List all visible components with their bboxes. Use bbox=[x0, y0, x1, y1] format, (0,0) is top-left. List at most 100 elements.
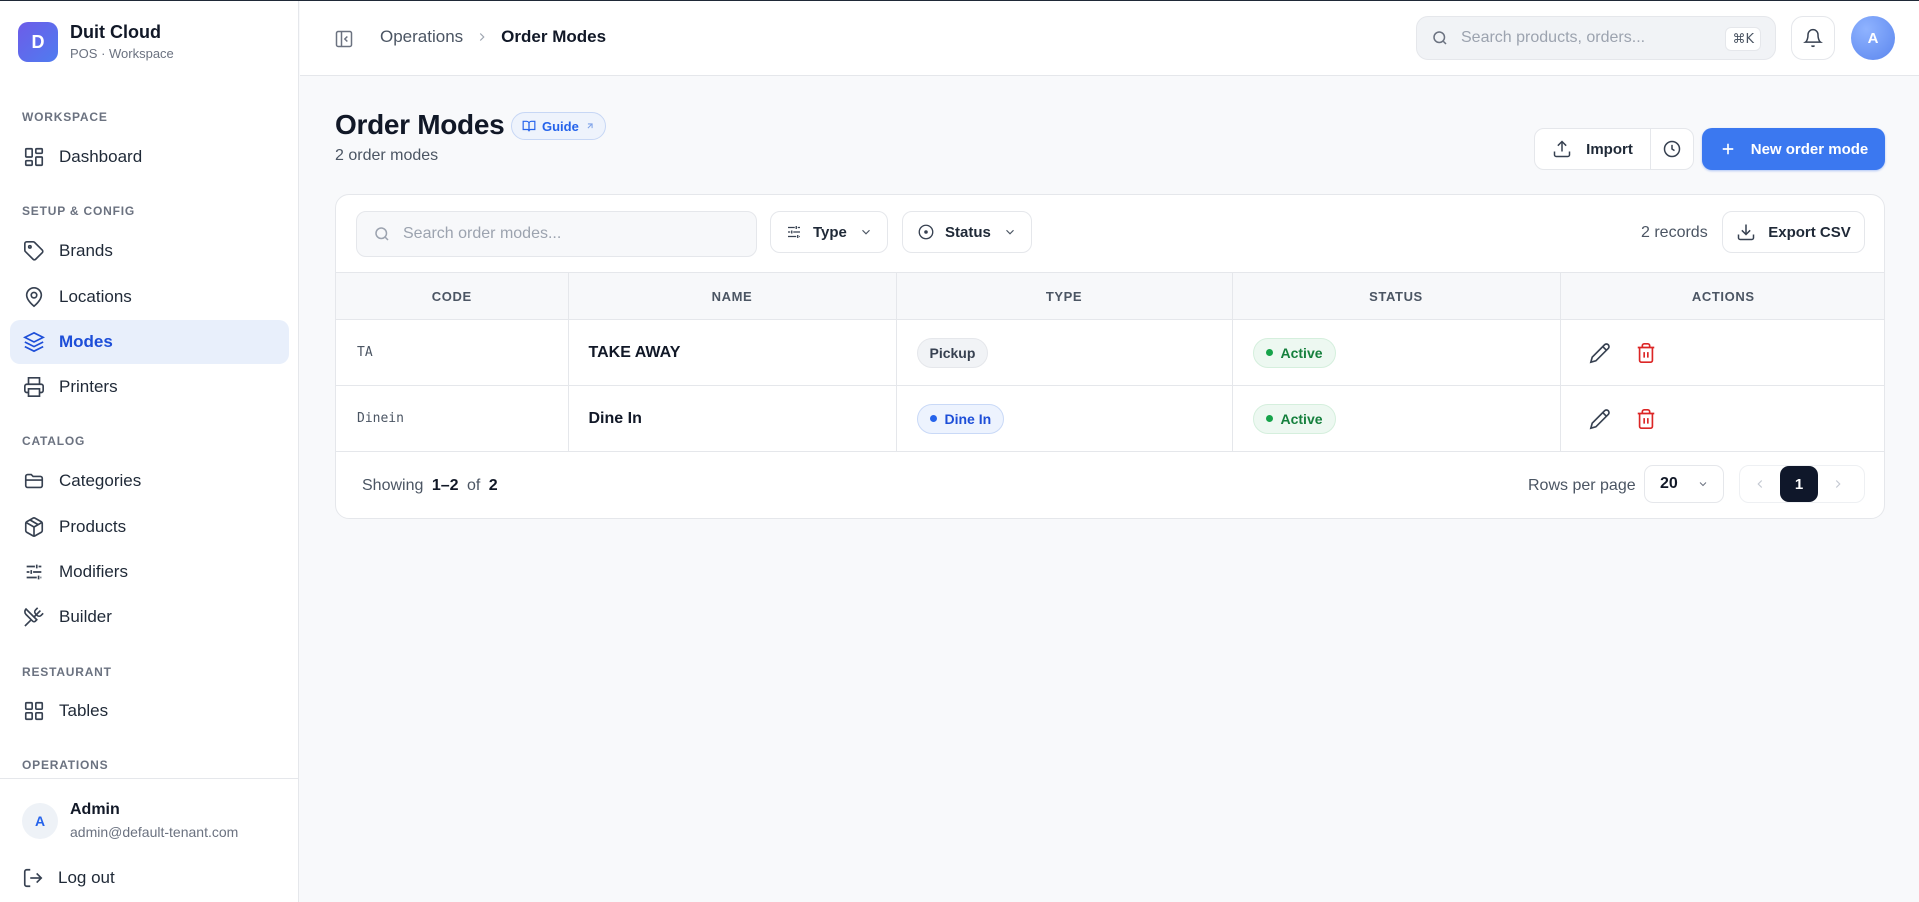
trash-icon[interactable] bbox=[1635, 408, 1657, 430]
sliders-icon bbox=[26, 564, 42, 580]
panel-left-icon[interactable] bbox=[334, 29, 354, 49]
cell-type: Dine In bbox=[896, 385, 1233, 452]
search-icon bbox=[375, 227, 389, 241]
history-button[interactable] bbox=[1651, 129, 1693, 169]
logout-button[interactable]: Log out bbox=[22, 867, 115, 889]
sidebar-item-tables[interactable]: Tables bbox=[10, 689, 289, 733]
showing-range: 1–2 bbox=[431, 477, 459, 494]
plus-icon bbox=[1722, 143, 1733, 155]
rows-per-page-select[interactable]: 20 bbox=[1644, 465, 1724, 503]
grid-icon bbox=[24, 701, 44, 721]
cell-status: Active bbox=[1232, 385, 1561, 452]
table-search[interactable] bbox=[356, 211, 757, 257]
column-header-actions: ACTIONS bbox=[1560, 272, 1884, 320]
sidebar-item-label: Brands bbox=[59, 241, 113, 260]
sidebar-item-label: Printers bbox=[59, 377, 118, 396]
showing-of: of bbox=[466, 477, 481, 494]
package-icon bbox=[24, 517, 44, 537]
chevron-right-icon bbox=[480, 33, 485, 41]
column-header-name[interactable]: NAME bbox=[568, 272, 897, 320]
topbar: Operations Order Modes ⌘K A bbox=[300, 1, 1919, 76]
import-button[interactable]: Import bbox=[1535, 129, 1651, 169]
table-toolbar: Type Status 2 records Export CSV bbox=[336, 195, 1884, 272]
notifications-button[interactable] bbox=[1791, 16, 1835, 60]
sidebar-item-brands[interactable]: Brands bbox=[10, 229, 289, 273]
chevron-down-icon bbox=[1005, 229, 1014, 235]
search-input[interactable] bbox=[403, 225, 723, 243]
sidebar-item-label: Modes bbox=[59, 332, 113, 351]
next-page-button[interactable] bbox=[1818, 466, 1858, 502]
layers-icon bbox=[23, 331, 45, 353]
pagination-summary: Showing 1–2 of 2 bbox=[362, 477, 502, 495]
export-csv-button[interactable]: Export CSV bbox=[1722, 211, 1865, 253]
status-filter-button[interactable]: Status bbox=[902, 211, 1032, 253]
prev-page-button[interactable] bbox=[1740, 466, 1780, 502]
chevron-down-icon bbox=[861, 229, 870, 235]
upload-icon bbox=[1553, 140, 1571, 158]
status-label: Active bbox=[1280, 344, 1323, 361]
sidebar-item-label: Dashboard bbox=[59, 147, 143, 166]
user-card[interactable]: A Admin admin@default-tenant.com bbox=[22, 801, 238, 840]
sidebar-item-label: Tables bbox=[59, 701, 109, 720]
page-button-current[interactable]: 1 bbox=[1780, 466, 1818, 502]
trash-icon[interactable] bbox=[1635, 342, 1657, 364]
section-catalog: CATALOG bbox=[22, 434, 86, 448]
user-email: admin@default-tenant.com bbox=[70, 824, 239, 840]
status-dot bbox=[1265, 415, 1273, 422]
sidebar: D Duit Cloud POS · Workspace WORKSPACE D… bbox=[0, 1, 299, 902]
sidebar-item-categories[interactable]: Categories bbox=[10, 459, 289, 503]
table-row[interactable]: Dinein Dine In Dine In Active bbox=[336, 385, 1884, 452]
type-label: Dine In bbox=[944, 410, 992, 427]
import-label: Import bbox=[1586, 140, 1633, 158]
sidebar-item-modes[interactable]: Modes bbox=[10, 320, 289, 364]
avatar[interactable]: A bbox=[1851, 16, 1895, 60]
column-header-type[interactable]: TYPE bbox=[896, 272, 1233, 320]
utensils-crossed-icon bbox=[24, 607, 44, 627]
breadcrumb-operations[interactable]: Operations bbox=[380, 27, 463, 47]
sidebar-item-printers[interactable]: Printers bbox=[10, 365, 289, 409]
sidebar-item-products[interactable]: Products bbox=[10, 505, 289, 549]
logout-label: Log out bbox=[58, 868, 115, 887]
status-badge: Active bbox=[1252, 337, 1336, 368]
global-search[interactable]: ⌘K bbox=[1416, 16, 1776, 60]
pencil-icon[interactable] bbox=[1589, 408, 1611, 430]
breadcrumb-current: Order Modes bbox=[501, 27, 607, 46]
section-setup: SETUP & CONFIG bbox=[22, 204, 135, 218]
rows-per-page-label: Rows per page bbox=[1528, 477, 1636, 494]
record-count: 2 records bbox=[1641, 224, 1708, 241]
section-workspace: WORKSPACE bbox=[22, 110, 108, 124]
brand[interactable]: D Duit Cloud POS · Workspace bbox=[18, 21, 174, 63]
type-dot bbox=[929, 415, 937, 422]
showing-total: 2 bbox=[488, 477, 498, 494]
pencil-icon[interactable] bbox=[1589, 342, 1611, 364]
cell-actions bbox=[1560, 385, 1884, 452]
type-filter-button[interactable]: Type bbox=[770, 211, 888, 253]
chevron-down-icon bbox=[1699, 482, 1707, 487]
order-modes-table: CODE NAME TYPE STATUS ACTIONS TA TAKE AW… bbox=[336, 272, 1884, 452]
guide-link[interactable]: Guide bbox=[511, 112, 606, 140]
sidebar-item-dashboard[interactable]: Dashboard bbox=[10, 135, 289, 179]
export-csv-label: Export CSV bbox=[1768, 223, 1851, 241]
type-filter-label: Type bbox=[813, 223, 847, 241]
global-search-input[interactable] bbox=[1461, 29, 1721, 47]
download-icon bbox=[1737, 224, 1755, 241]
brand-subtitle: POS · Workspace bbox=[70, 46, 174, 61]
table-row[interactable]: TA TAKE AWAY Pickup Active bbox=[336, 319, 1884, 386]
table-footer: Showing 1–2 of 2 Rows per page 20 1 bbox=[336, 450, 1884, 518]
sidebar-item-builder[interactable]: Builder bbox=[10, 595, 289, 639]
cell-name: TAKE AWAY bbox=[568, 319, 897, 386]
logout-icon bbox=[23, 868, 43, 888]
table-header-row: CODE NAME TYPE STATUS ACTIONS bbox=[336, 272, 1884, 320]
page-title: Order Modes bbox=[335, 109, 505, 140]
sidebar-item-modifiers[interactable]: Modifiers bbox=[10, 550, 289, 594]
cell-status: Active bbox=[1232, 319, 1561, 386]
search-icon bbox=[1433, 31, 1447, 45]
column-header-status[interactable]: STATUS bbox=[1232, 272, 1561, 320]
map-pin-icon bbox=[25, 287, 43, 308]
column-header-code[interactable]: CODE bbox=[336, 272, 569, 320]
sidebar-item-label: Locations bbox=[59, 287, 132, 306]
rows-per-page-value: 20 bbox=[1660, 475, 1678, 492]
sidebar-item-locations[interactable]: Locations bbox=[10, 275, 289, 319]
new-order-mode-button[interactable]: New order mode bbox=[1702, 128, 1885, 170]
sidebar-item-label: Categories bbox=[59, 471, 142, 490]
